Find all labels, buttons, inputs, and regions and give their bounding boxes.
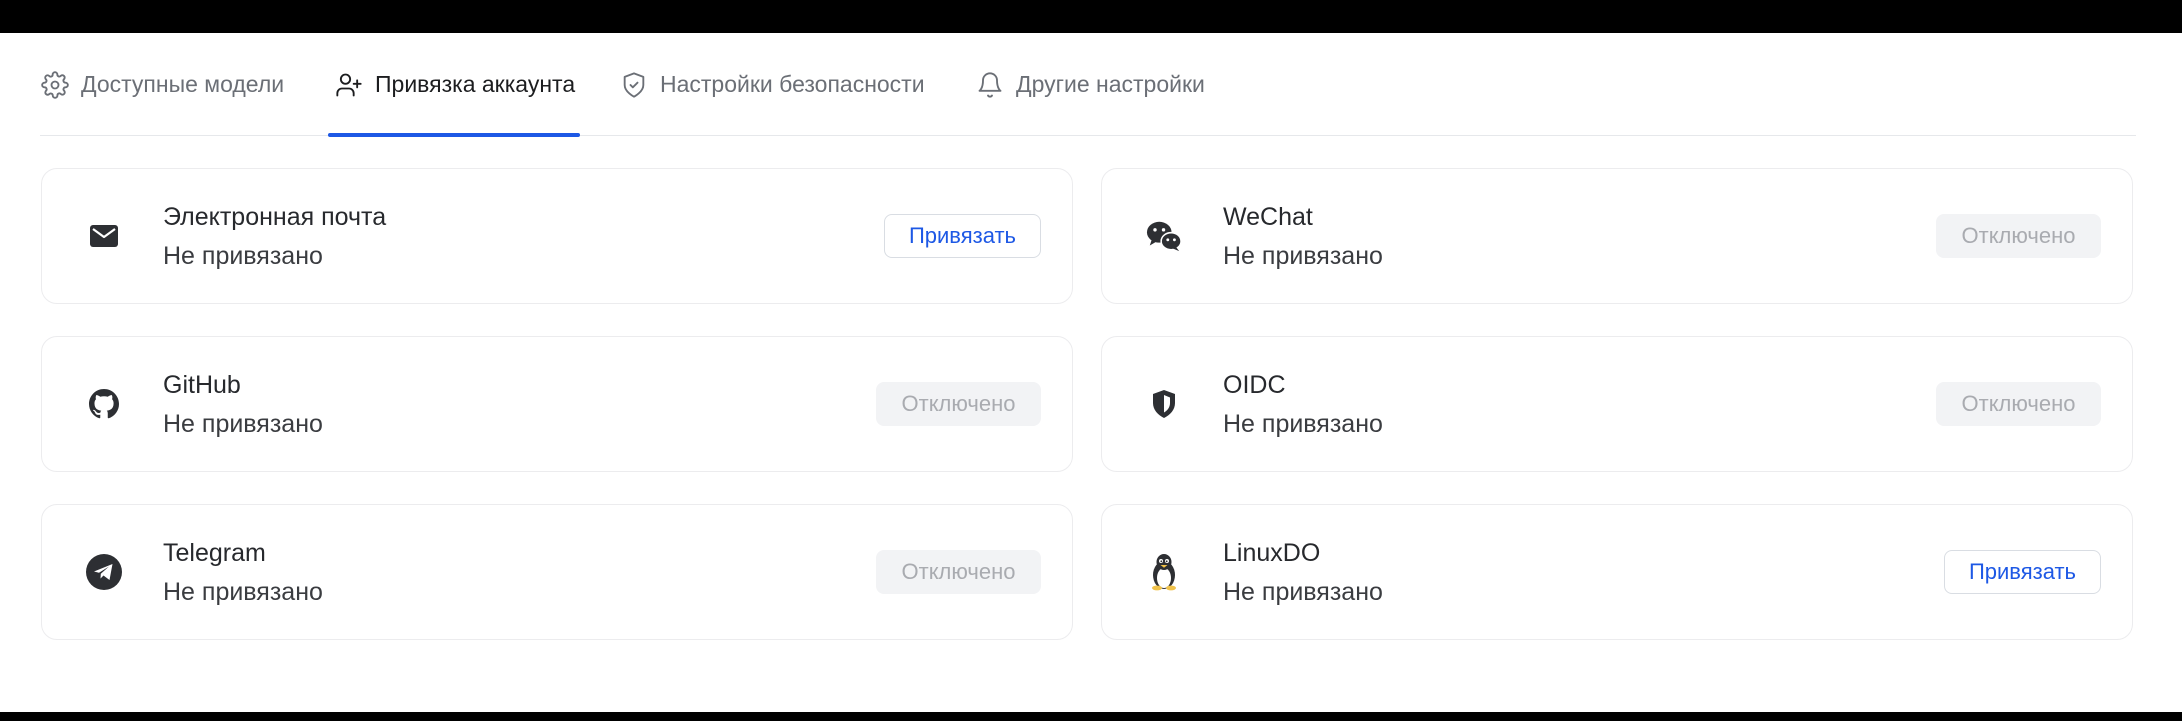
account-status: Не привязано (163, 410, 323, 438)
account-card-oidc: OIDC Не привязано Отключено (1101, 336, 2133, 472)
account-status: Не привязано (1223, 242, 1383, 270)
telegram-disabled-button: Отключено (876, 550, 1041, 594)
shield-check-icon (620, 71, 648, 99)
github-icon (86, 386, 122, 422)
account-status: Не привязано (163, 242, 323, 270)
tab-label: Доступные модели (81, 71, 285, 97)
bind-linuxdo-button[interactable]: Привязать (1944, 550, 2101, 594)
linux-penguin-icon (1146, 554, 1182, 591)
account-status: Не привязано (1223, 578, 1383, 606)
mail-icon (86, 218, 122, 254)
account-status: Не привязано (1223, 410, 1383, 438)
account-settings-page: Доступные модели Привязка аккаунта Настр… (0, 33, 2182, 712)
shield-icon (1146, 386, 1182, 422)
user-plus-icon (335, 71, 363, 99)
account-name: Telegram (163, 539, 266, 567)
bind-email-button[interactable]: Привязать (884, 214, 1041, 258)
github-disabled-button: Отключено (876, 382, 1041, 426)
oidc-disabled-button: Отключено (1936, 382, 2101, 426)
account-card-wechat: WeChat Не привязано Отключено (1101, 168, 2133, 304)
account-card-email: Электронная почта Не привязано Привязать (41, 168, 1073, 304)
account-name: WeChat (1223, 203, 1313, 231)
tab-available-models[interactable]: Доступные модели (41, 33, 284, 136)
wechat-icon (1146, 218, 1182, 254)
tab-security-settings[interactable]: Настройки безопасности (620, 33, 925, 136)
tab-account-binding[interactable]: Привязка аккаунта (327, 33, 581, 137)
account-name: GitHub (163, 371, 241, 399)
account-card-linuxdo: LinuxDO Не привязано Привязать (1101, 504, 2133, 640)
wechat-disabled-button: Отключено (1936, 214, 2101, 258)
tab-label: Другие настройки (1016, 71, 1205, 97)
gear-icon (41, 70, 69, 99)
settings-tabs: Доступные модели Привязка аккаунта Настр… (40, 33, 2136, 137)
tab-other-settings[interactable]: Другие настройки (976, 33, 1205, 136)
account-name: LinuxDO (1223, 539, 1321, 567)
account-card-github: GitHub Не привязано Отключено (41, 336, 1073, 472)
account-card-telegram: Telegram Не привязано Отключено (41, 504, 1073, 640)
telegram-icon (86, 554, 122, 590)
account-name: Электронная почта (163, 203, 387, 231)
account-status: Не привязано (163, 578, 323, 606)
tab-label: Настройки безопасности (660, 71, 925, 97)
bell-icon (976, 71, 1004, 99)
account-name: OIDC (1223, 371, 1286, 399)
tab-label: Привязка аккаунта (375, 71, 576, 97)
